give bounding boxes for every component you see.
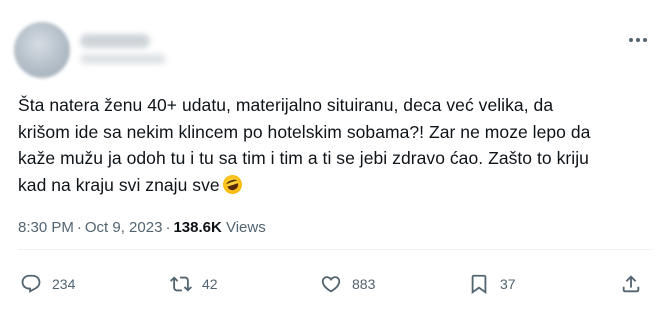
retweet-button[interactable]: 42 <box>170 268 218 300</box>
tweet-text-line: kad na kraju svi znaju sve <box>18 172 658 199</box>
author-name-redacted[interactable] <box>80 34 150 48</box>
tweet-text-line: krišom ide sa nekim klincem po hotelskim… <box>18 121 591 142</box>
divider <box>18 249 652 250</box>
meta-separator: · <box>76 219 82 236</box>
bookmark-icon <box>471 274 487 295</box>
reply-count: 234 <box>52 276 76 292</box>
tweet-time[interactable]: 8:30 PM <box>18 219 74 236</box>
meta-separator: · <box>165 219 171 236</box>
retweet-icon <box>170 276 192 292</box>
heart-icon <box>321 276 341 293</box>
reply-button[interactable]: 234 <box>20 268 75 300</box>
tweet-text-line: Šta natera ženu 40+ udatu, materijalno s… <box>18 95 554 115</box>
bookmark-button[interactable]: 37 <box>468 268 516 300</box>
share-button[interactable] <box>620 268 642 300</box>
reply-icon <box>21 274 41 293</box>
tweet: Šta natera ženu 40+ udatu, materijalno s… <box>0 0 670 325</box>
rolling-laughing-emoji-icon <box>220 172 245 196</box>
tweet-meta: 8:30 PM · Oct 9, 2023 · 138.6K Views <box>18 219 266 236</box>
tweet-date[interactable]: Oct 9, 2023 <box>85 219 163 236</box>
share-icon <box>622 275 640 293</box>
more-icon[interactable] <box>626 30 650 50</box>
action-bar: 234 42 883 37 <box>0 268 670 300</box>
like-button[interactable]: 883 <box>320 268 375 300</box>
views-count: 138.6K <box>173 219 222 236</box>
avatar[interactable] <box>14 22 70 78</box>
like-count: 883 <box>352 276 376 292</box>
author-handle-redacted[interactable] <box>80 54 166 64</box>
tweet-text-line: kaže mužu ja odoh tu i tu sa tim i tim a… <box>18 148 589 168</box>
views-label: Views <box>225 219 266 236</box>
bookmark-count: 37 <box>500 276 516 292</box>
retweet-count: 42 <box>202 276 218 292</box>
tweet-text: Šta natera ženu 40+ udatu, materijalno s… <box>18 92 658 198</box>
